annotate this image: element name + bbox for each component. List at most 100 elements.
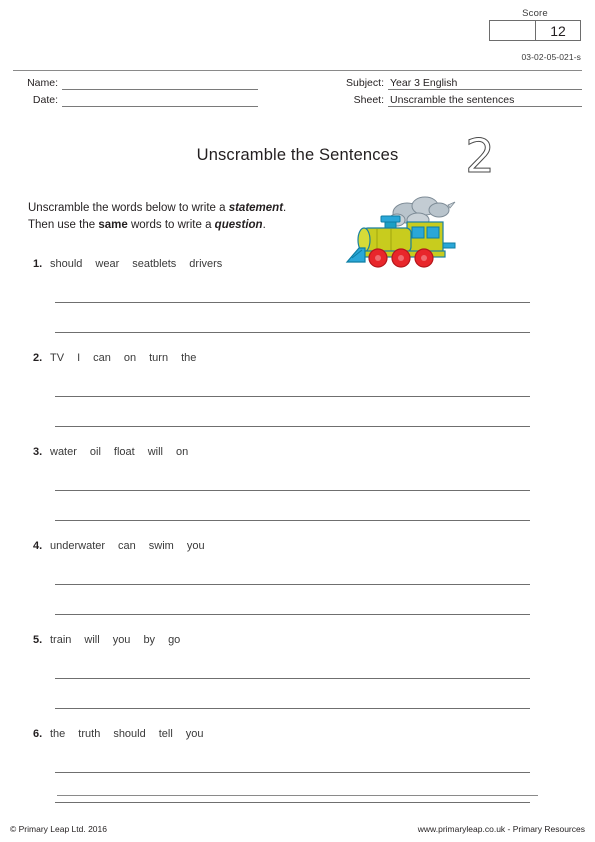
answer-line-question[interactable] <box>55 802 530 803</box>
answer-line-statement[interactable] <box>55 678 530 679</box>
word: should <box>113 728 146 740</box>
instr-question: question <box>214 219 263 231</box>
word: I <box>77 352 81 364</box>
word: should <box>50 258 83 270</box>
question-prompt: 3. water oil float will on <box>33 446 188 458</box>
word: drivers <box>189 258 223 270</box>
word: on <box>123 352 137 364</box>
word: go <box>168 634 181 646</box>
word: seatblets <box>132 258 177 270</box>
instructions: Unscramble the words below to write a st… <box>28 200 348 234</box>
word: will <box>84 634 100 646</box>
date-label: Date: <box>32 94 58 106</box>
date-value <box>62 94 64 106</box>
word: by <box>143 634 156 646</box>
answer-line-question[interactable] <box>55 332 530 333</box>
question-prompt: 2. TV Ican on turn the <box>33 352 196 364</box>
question-item: 3. water oil float will on <box>0 446 595 540</box>
cab-window-left <box>411 226 425 239</box>
answer-line-statement[interactable] <box>55 584 530 585</box>
question-item: 4. underwater can swim you <box>0 540 595 634</box>
question-number: 1. <box>33 258 43 270</box>
question-number: 2. <box>33 352 43 364</box>
word: you <box>186 540 205 552</box>
scrambled-words: TV Ican on turn the <box>50 352 196 364</box>
cab-window-right <box>426 226 440 239</box>
instr-2e: . <box>262 219 266 231</box>
score-blank-cell[interactable] <box>490 21 535 40</box>
word: the <box>181 352 197 364</box>
word: on <box>176 446 189 458</box>
word: swim <box>148 540 174 552</box>
answer-line-statement[interactable] <box>55 302 530 303</box>
sheet-field: Sheet: Unscramble the sentences <box>340 92 582 107</box>
instr-1c: . <box>283 202 287 214</box>
word: you <box>112 634 131 646</box>
answer-line-statement[interactable] <box>55 396 530 397</box>
answer-line-statement[interactable] <box>55 772 530 773</box>
word: turn <box>149 352 169 364</box>
meta-fields: Name: Date: Subject: Year 3 English Shee… <box>0 75 595 109</box>
word: wear <box>95 258 120 270</box>
answer-line-question[interactable] <box>55 614 530 615</box>
instructions-line-2: Then use the same words to write a quest… <box>28 217 348 234</box>
worksheet-number: 2 <box>465 129 495 183</box>
instr-1a: Unscramble the words below to write a <box>28 202 229 214</box>
word: you <box>185 728 204 740</box>
question-number: 3. <box>33 446 43 458</box>
sheet-label: Sheet: <box>353 94 384 106</box>
scrambled-words: underwater can swim you <box>50 540 205 552</box>
instr-same: same <box>98 219 128 231</box>
name-label: Name: <box>27 77 58 89</box>
instr-2a: Then use the <box>28 219 99 231</box>
word: float <box>113 446 135 458</box>
word: tell <box>158 728 173 740</box>
word: will <box>147 446 163 458</box>
answer-line-question[interactable] <box>55 708 530 709</box>
subject-label: Subject: <box>346 77 384 89</box>
date-input[interactable] <box>62 94 258 107</box>
answer-line-statement[interactable] <box>55 490 530 491</box>
word: TV <box>50 352 65 364</box>
scrambled-words: train will you by go <box>50 634 180 646</box>
question-number: 4. <box>33 540 43 552</box>
header-divider <box>13 70 582 71</box>
scrambled-words: should wear seatblets drivers <box>50 258 222 270</box>
scrambled-words: the truth should tell you <box>50 728 204 740</box>
question-prompt: 6. the truth should tell you <box>33 728 204 740</box>
instr-statement: statement <box>228 202 284 214</box>
website-text[interactable]: www.primaryleap.co.uk - Primary Resource… <box>418 824 585 834</box>
date-field: Date: <box>18 92 258 107</box>
questions-list: 1. should wear seatblets drivers 2. TV Ican o… <box>0 258 595 822</box>
question-prompt: 4. underwater can swim you <box>33 540 205 552</box>
word: can <box>118 540 136 552</box>
sheet-input[interactable]: Unscramble the sentences <box>388 94 582 107</box>
question-item: 1. should wear seatblets drivers <box>0 258 595 352</box>
score-label: Score <box>522 8 548 19</box>
question-item: 5. train will you by go <box>0 634 595 728</box>
subject-value: Year 3 English <box>390 77 458 89</box>
copyright-text: © Primary Leap Ltd. 2016 <box>10 824 107 834</box>
word: oil <box>89 446 101 458</box>
word: truth <box>78 728 101 740</box>
question-prompt: 1. should wear seatblets drivers <box>33 258 222 270</box>
question-number: 6. <box>33 728 43 740</box>
question-item: 6. the truth should tell you <box>0 728 595 822</box>
score-value-cell: 12 <box>535 21 580 40</box>
name-field: Name: <box>18 75 258 90</box>
word: train <box>50 634 72 646</box>
subject-input[interactable]: Year 3 English <box>388 77 582 90</box>
name-input[interactable] <box>62 77 258 90</box>
sheet-code: 03-02-05-021-s <box>521 52 581 62</box>
footer-divider <box>57 795 538 796</box>
subject-field: Subject: Year 3 English <box>340 75 582 90</box>
answer-line-question[interactable] <box>55 426 530 427</box>
word: can <box>93 352 111 364</box>
instr-2c: words to write a <box>127 219 215 231</box>
sheet-value: Unscramble the sentences <box>390 94 515 106</box>
page-title: Unscramble the Sentences <box>196 146 399 164</box>
instructions-line-1: Unscramble the words below to write a st… <box>28 200 348 217</box>
question-item: 2. TV Ican on turn the <box>0 352 595 446</box>
question-number: 5. <box>33 634 43 646</box>
answer-line-question[interactable] <box>55 520 530 521</box>
